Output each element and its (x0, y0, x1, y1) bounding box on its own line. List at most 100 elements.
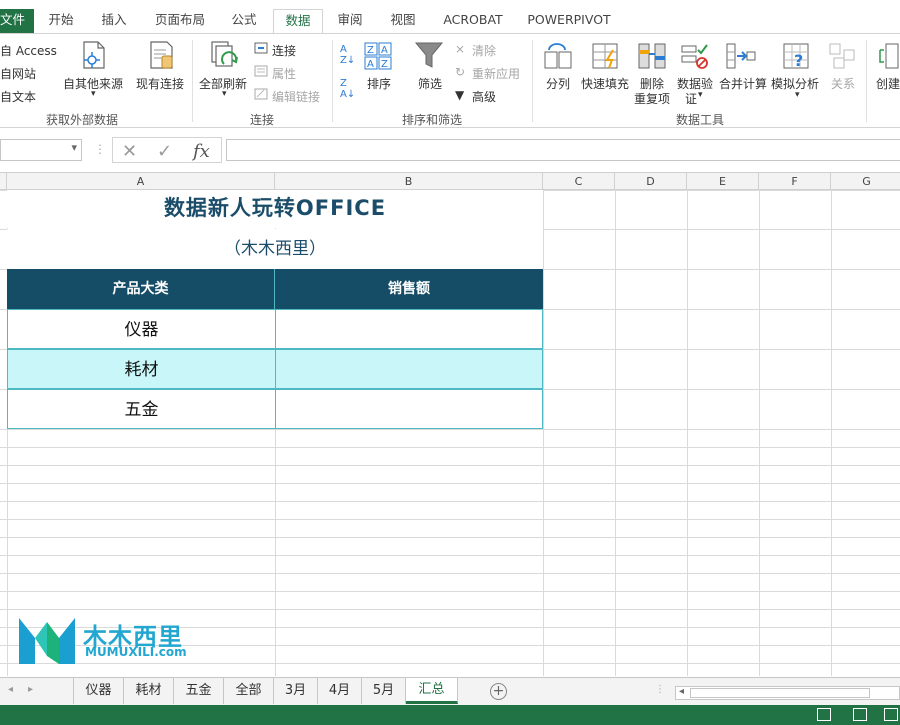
tab-file[interactable]: 文件 (0, 9, 34, 34)
svg-text:Z: Z (367, 45, 374, 56)
sheet-tab[interactable]: 五金 (174, 678, 224, 704)
grid-row-line (0, 501, 900, 502)
grid-row-line (0, 519, 900, 520)
sheet-tab-active[interactable]: 汇总 (406, 678, 458, 704)
remove-duplicates-label-2[interactable]: 重复项 (634, 90, 670, 107)
data-validation-label-2[interactable]: 证 (685, 90, 697, 107)
properties-button[interactable]: 属性 (272, 65, 296, 82)
column-header-c[interactable]: C (543, 173, 615, 191)
sheet-title[interactable]: 数据新人玩转OFFICE (7, 190, 543, 228)
what-if-dropdown-icon: ▾ (795, 90, 800, 100)
group-outline-icon (879, 43, 899, 69)
tab-split-handle-icon[interactable]: ⋮ (655, 684, 665, 695)
other-sources-dropdown-icon: ▾ (91, 89, 96, 99)
sheet-tab[interactable]: 耗材 (124, 678, 174, 704)
grid-column-line (615, 190, 616, 676)
formula-input[interactable] (226, 139, 900, 161)
cancel-icon[interactable]: ✕ (122, 141, 137, 162)
column-header-a[interactable]: A (7, 173, 275, 191)
edit-links-icon (254, 88, 268, 100)
from-web-button[interactable]: 自网站 (0, 65, 36, 82)
existing-connections-button[interactable]: 现有连接 (136, 75, 184, 92)
svg-text:?: ? (794, 51, 803, 70)
sheet-tab[interactable]: 4月 (318, 678, 362, 704)
from-access-button[interactable]: 自 Access (0, 42, 57, 59)
header-cell-category[interactable]: 产品大类 (7, 269, 275, 309)
cell-sales[interactable] (275, 309, 543, 349)
scroll-next-sheet-icon[interactable]: ▸ (28, 684, 33, 695)
cell-category[interactable]: 耗材 (7, 349, 276, 389)
sheet-tab-bar: ◂ ▸ 仪器 耗材 五金 全部 3月 4月 5月 汇总 + ⋮ ◂ (0, 677, 900, 705)
column-header-e[interactable]: E (687, 173, 759, 191)
ribbon-separator (532, 40, 533, 122)
grid-row-line (0, 483, 900, 484)
grid-column-line (831, 190, 832, 676)
name-box-dropdown-icon[interactable]: ▾ (71, 141, 77, 154)
cell-sales[interactable] (275, 349, 543, 389)
worksheet-grid[interactable]: 数据新人玩转OFFICE （木木西里） 产品大类 销售额 仪器 耗材 五金 (0, 190, 900, 676)
text-to-columns-button[interactable]: 分列 (546, 75, 570, 92)
tab-view[interactable]: 视图 (386, 9, 420, 34)
add-sheet-icon[interactable]: + (490, 683, 507, 700)
reapply-button[interactable]: 重新应用 (472, 65, 520, 82)
tab-acrobat[interactable]: ACROBAT (440, 9, 506, 34)
tab-page-layout[interactable]: 页面布局 (150, 9, 210, 34)
column-header-g[interactable]: G (831, 173, 900, 191)
flash-fill-button[interactable]: 快速填充 (581, 75, 629, 92)
column-header-f[interactable]: F (759, 173, 831, 191)
horizontal-scrollbar[interactable]: ◂ (675, 686, 900, 700)
ribbon: 自 Access 自网站 自文本 自其他来源 ▾ 现有连接 获取外部数据 全部刷… (0, 33, 900, 128)
page-layout-view-icon[interactable] (853, 708, 867, 721)
clear-filter-button[interactable]: 清除 (472, 42, 496, 59)
grid-row-line (0, 573, 900, 574)
normal-view-icon[interactable] (817, 708, 831, 721)
consolidate-button[interactable]: 合并计算 (719, 75, 767, 92)
tab-powerpivot[interactable]: POWERPIVOT (525, 9, 613, 34)
scroll-prev-sheet-icon[interactable]: ◂ (8, 684, 13, 695)
sheet-tab[interactable]: 5月 (362, 678, 406, 704)
filter-icon (414, 42, 444, 68)
tab-data[interactable]: 数据 (273, 9, 323, 34)
cell-category[interactable]: 五金 (7, 389, 276, 429)
what-if-icon: ? (783, 43, 809, 70)
advanced-filter-button[interactable]: 高级 (472, 88, 496, 105)
connections-button[interactable]: 连接 (272, 42, 296, 59)
edit-links-button[interactable]: 编辑链接 (272, 88, 320, 105)
scroll-left-icon[interactable]: ◂ (679, 686, 684, 697)
tab-insert[interactable]: 插入 (97, 9, 131, 34)
create-group-button[interactable]: 创建 (876, 75, 900, 92)
scrollbar-thumb[interactable] (690, 688, 870, 698)
tab-review[interactable]: 审阅 (333, 9, 367, 34)
cell-category[interactable]: 仪器 (7, 309, 276, 349)
insert-function-icon[interactable]: fx (193, 141, 210, 162)
column-header-d[interactable]: D (615, 173, 687, 191)
relationships-button[interactable]: 关系 (831, 75, 855, 92)
grid-row-line (0, 537, 900, 538)
refresh-all-icon (211, 41, 238, 67)
sheet-tab[interactable]: 全部 (224, 678, 274, 704)
filter-button[interactable]: 筛选 (418, 75, 442, 92)
grid-row-line (0, 663, 900, 664)
reapply-icon: ↻ (455, 65, 466, 79)
sheet-subtitle[interactable]: （木木西里） (7, 229, 543, 269)
enter-icon[interactable]: ✓ (157, 141, 172, 162)
page-break-view-icon[interactable] (884, 708, 898, 721)
column-header-b[interactable]: B (275, 173, 543, 191)
existing-connections-icon (150, 41, 173, 69)
sort-button[interactable]: 排序 (367, 75, 391, 92)
header-cell-sales[interactable]: 销售额 (275, 269, 543, 309)
grid-column-line (687, 190, 688, 676)
select-all-corner[interactable] (0, 173, 7, 191)
sheet-tab[interactable]: 仪器 (74, 678, 124, 704)
sheet-tab[interactable]: 3月 (274, 678, 318, 704)
cell-sales[interactable] (275, 389, 543, 429)
from-text-button[interactable]: 自文本 (0, 88, 36, 105)
sort-desc-icon: Z A↓ (340, 78, 356, 100)
group-label-sort-filter: 排序和筛选 (402, 113, 463, 127)
tab-home[interactable]: 开始 (44, 9, 78, 34)
tab-formulas[interactable]: 公式 (226, 9, 262, 34)
remove-duplicates-icon (638, 43, 666, 69)
name-box[interactable]: ▾ (0, 139, 82, 161)
grid-row-line (0, 447, 900, 448)
consolidate-icon (726, 43, 756, 69)
